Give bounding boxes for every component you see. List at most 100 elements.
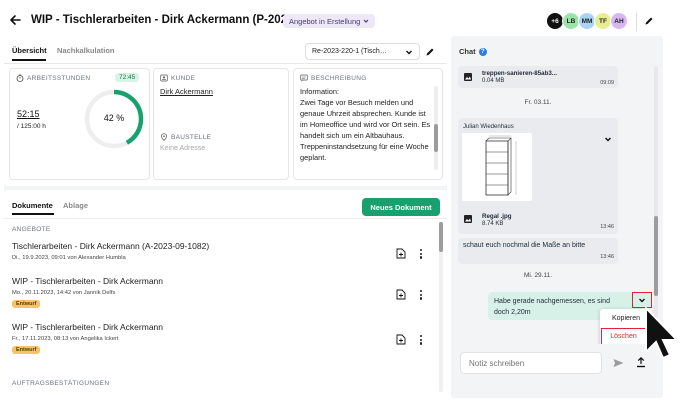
document-title: WIP - Tischlerarbeiten - Dirk Ackermann: [12, 276, 163, 286]
document-meta: Di., 19.9.2023, 09:01 von Alexander Humb…: [12, 255, 126, 261]
chat-date-separator: Mi. 29.11.: [523, 272, 553, 279]
offer-select-value: Re-2023-220-1 (Tisch…: [312, 48, 387, 55]
scrollbar-thumb[interactable]: [654, 216, 658, 296]
description-text: Information: Zwei Tage vor Besuch melden…: [300, 87, 431, 162]
avatar-initials: LB: [566, 17, 576, 25]
scrollbar-thumb[interactable]: [439, 222, 443, 252]
avatar-initials: AH: [614, 17, 624, 25]
avatar-group[interactable]: +6 LB MM TF AH: [546, 12, 628, 32]
site-label: BAUSTELLE: [171, 134, 212, 141]
document-row[interactable]: WIP - Tischlerarbeiten - Dirk Ackermann …: [12, 275, 432, 315]
tab-uebersicht[interactable]: Übersicht: [12, 46, 47, 55]
sender-name: Julian Wiedenhaus: [463, 124, 514, 130]
shelf-image-thumbnail[interactable]: [462, 133, 532, 201]
tab-ablage[interactable]: Ablage: [63, 201, 88, 210]
tab-label: Dokumente: [12, 201, 53, 210]
status-badge[interactable]: Angebot in Erstellung: [283, 14, 376, 28]
add-file-icon[interactable]: [396, 289, 406, 302]
file-size: 8.74 KB: [482, 221, 504, 227]
document-title: Tischlerarbeiten - Dirk Ackermann (A-202…: [12, 241, 210, 251]
file-name: treppen-sanieren-85ab3...: [482, 70, 557, 77]
avatar-initials: +6: [551, 17, 559, 25]
description-label: BESCHREIBUNG: [311, 75, 367, 82]
image-file-icon: [464, 215, 472, 225]
add-file-icon[interactable]: [396, 248, 406, 261]
chevron-down-icon: [639, 298, 645, 303]
draft-badge: Entwurf: [12, 346, 41, 354]
draft-badge: Entwurf: [12, 300, 41, 308]
document-meta: Fr., 17.11.2023, 08:13 von Angelika Icke…: [12, 336, 119, 342]
documents-scrollbar[interactable]: [439, 222, 443, 392]
message-time: 09:09: [600, 80, 614, 86]
back-arrow-icon[interactable]: [9, 14, 21, 26]
edit-offer-icon[interactable]: [424, 46, 436, 58]
work-hours-total: / 125:00 h: [17, 123, 46, 130]
doc-tabs-divider: [4, 218, 447, 219]
edit-pencil-icon[interactable]: [643, 15, 655, 27]
message-time: 13:46: [600, 254, 614, 260]
work-hours-badge: 72:45: [115, 73, 140, 82]
add-file-icon[interactable]: [396, 334, 406, 347]
more-options-icon[interactable]: [420, 249, 423, 259]
document-row[interactable]: Tischlerarbeiten - Dirk Ackermann (A-202…: [12, 240, 432, 276]
tab-dokumente[interactable]: Dokumente: [12, 201, 53, 210]
chat-title-text: Chat: [459, 47, 476, 56]
work-hours-value: 52:15: [17, 109, 40, 119]
note-input[interactable]: [460, 352, 602, 374]
person-icon: [160, 74, 168, 84]
site-value: Keine Adresse: [160, 145, 206, 152]
avatar-initials: TF: [599, 17, 607, 25]
more-options-icon[interactable]: [420, 335, 423, 345]
document-title: WIP - Tischlerarbeiten - Dirk Ackermann: [12, 322, 163, 332]
message-text: schaut euch nochmal die Maße an bitte: [463, 242, 586, 249]
tab-label: Ablage: [63, 201, 89, 210]
section-offers: ANGEBOTE: [12, 226, 51, 233]
menu-item-label: Kopieren: [611, 314, 641, 322]
tab-underline: [12, 213, 54, 215]
section-confirmations: AUFTRAGSBESTÄTIGUNGEN: [12, 380, 110, 387]
button-label: Neues Dokument: [370, 202, 432, 212]
customer-card: [153, 68, 289, 180]
more-options-icon[interactable]: [420, 290, 423, 300]
stopwatch-icon: [16, 74, 24, 84]
progress-percent: 42 %: [103, 113, 125, 123]
chat-image-message[interactable]: Julian Wiedenhaus Regal .jpg 8.74 KB 13:…: [458, 118, 618, 234]
tabs-divider: [4, 63, 447, 64]
menu-item-delete[interactable]: Löschen: [601, 328, 646, 345]
chat-text-message[interactable]: schaut euch nochmal die Maße an bitte 13…: [458, 238, 618, 264]
avatar-initials: MM: [581, 17, 593, 25]
description-icon: [300, 74, 308, 84]
customer-label: KUNDE: [171, 75, 196, 82]
scrollbar-thumb[interactable]: [434, 124, 438, 152]
message-time: 13:46: [600, 224, 614, 230]
status-label: Angebot in Erstellung: [289, 16, 361, 26]
avatar[interactable]: AH: [610, 12, 628, 30]
document-meta: Mo., 20.11.2023, 14:42 von Jannik Delfs: [12, 290, 116, 296]
menu-item-label: Löschen: [610, 333, 637, 340]
chat-file-message[interactable]: treppen-sanieren-85ab3... 0.04 MB 09:09: [458, 66, 618, 88]
header-divider: [636, 13, 637, 31]
offer-select[interactable]: Re-2023-220-1 (Tisch…: [305, 43, 420, 60]
description-scrollbar[interactable]: [434, 86, 438, 170]
document-row[interactable]: WIP - Tischlerarbeiten - Dirk Ackermann …: [12, 321, 432, 361]
tab-underline: [12, 59, 46, 61]
chevron-down-icon: [363, 19, 369, 23]
chat-title: Chat ?: [459, 47, 487, 56]
tab-label: Nachkalkulation: [57, 46, 115, 55]
new-document-button[interactable]: Neues Dokument: [362, 198, 440, 216]
image-file-icon: [464, 73, 472, 83]
send-icon[interactable]: [613, 358, 624, 370]
location-pin-icon: [160, 133, 168, 143]
chevron-down-icon[interactable]: [604, 135, 612, 145]
customer-name-link[interactable]: Dirk Ackermann: [160, 87, 213, 96]
chat-scrollbar[interactable]: [654, 66, 658, 338]
tab-nachkalkulation[interactable]: Nachkalkulation: [57, 46, 115, 55]
help-icon[interactable]: ?: [478, 47, 487, 56]
file-name: Regal .jpg: [482, 213, 512, 220]
chevron-down-icon: [406, 50, 412, 54]
mouse-cursor-icon: [644, 305, 680, 366]
tab-label: Übersicht: [12, 46, 47, 55]
file-size: 0.04 MB: [482, 78, 505, 84]
work-hours-label: ARBEITSSTUNDEN: [27, 75, 91, 82]
chat-date-separator: Fr. 03.11.: [524, 99, 552, 106]
